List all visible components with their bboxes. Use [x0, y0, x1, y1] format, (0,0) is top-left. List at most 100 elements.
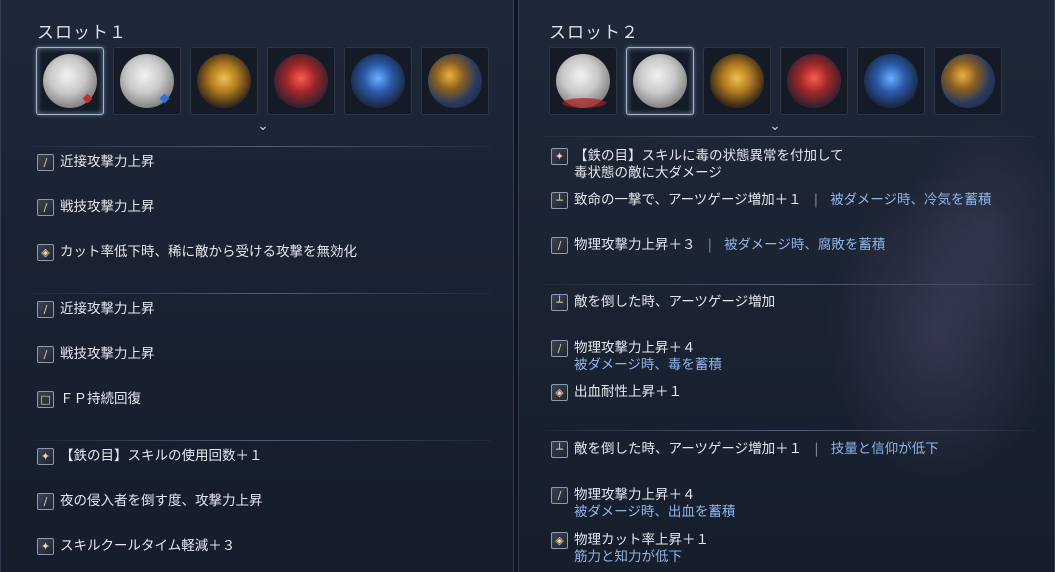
slot1-gem-4[interactable]	[267, 47, 335, 115]
divider	[31, 146, 491, 147]
effect-text: 物理攻撃力上昇＋３	[574, 237, 696, 253]
slot1-gem-1[interactable]	[36, 47, 104, 115]
effect-item[interactable]: ∕ 夜の侵入者を倒す度、攻撃力上昇	[37, 493, 263, 510]
chevron-down-icon[interactable]: ⌄	[255, 118, 271, 134]
blue-relic-icon	[351, 54, 405, 108]
effect-subtext: 被ダメージ時、毒を蓄積	[574, 357, 722, 373]
sword-icon: ∕	[551, 340, 568, 357]
sword-icon: ∕	[37, 493, 54, 510]
arts-icon: ┴	[551, 441, 568, 458]
effect-item[interactable]: ∕ 戦技攻撃力上昇	[37, 199, 155, 216]
effect-subtext: 被ダメージ時、腐敗を蓄積	[724, 237, 886, 253]
effect-item[interactable]: ┴ 敵を倒した時、アーツゲージ増加	[551, 294, 775, 311]
yellow-relic-icon	[710, 54, 764, 108]
sword-icon: ∕	[37, 346, 54, 363]
shield-icon: ◈	[37, 244, 54, 261]
effect-subtext: 被ダメージ時、出血を蓄積	[574, 504, 736, 520]
effect-item[interactable]: ∕ 物理攻撃力上昇＋４ 被ダメージ時、毒を蓄積	[551, 340, 722, 374]
shield-icon: ◈	[551, 384, 568, 401]
effect-item[interactable]: ∕ 近接攻撃力上昇	[37, 301, 155, 318]
slot2-panel: スロット２ ⌄ ✦ 【鉄の目】スキルに毒の状態異常を付加して 毒状態の敵に大ダメ…	[518, 0, 1055, 572]
slot2-gem-2[interactable]	[626, 47, 694, 115]
effect-subtext: 技量と信仰が低下	[830, 441, 939, 457]
red-relic-icon	[274, 54, 328, 108]
effect-text: 物理攻撃力上昇＋４	[574, 487, 696, 503]
divider	[545, 430, 1035, 431]
divider	[31, 293, 491, 294]
yellow-blue-relic-icon	[941, 54, 995, 108]
sword-icon: ∕	[551, 237, 568, 254]
effect-text: 戦技攻撃力上昇	[60, 346, 155, 362]
red-base-icon	[562, 98, 606, 108]
slot1-gem-5[interactable]	[344, 47, 412, 115]
fp-icon: □	[37, 391, 54, 408]
skill-icon: ✦	[551, 148, 568, 165]
slot1-panel: スロット１ ⌄ ∕ 近接攻撃力上昇 ∕ 戦技攻撃力上昇 ◈ カット率低下時、稀に…	[0, 0, 514, 572]
effect-item[interactable]: ∕ 近接攻撃力上昇	[37, 154, 155, 171]
yellow-relic-icon	[197, 54, 251, 108]
effect-text: 敵を倒した時、アーツゲージ増加＋１	[574, 441, 803, 457]
slot2-title: スロット２	[549, 23, 639, 43]
effect-text: ＦＰ持続回復	[60, 391, 141, 407]
effect-item[interactable]: ┴ 敵を倒した時、アーツゲージ増加＋１ | 技量と信仰が低下	[551, 441, 939, 458]
blue-relic-icon	[864, 54, 918, 108]
skill-icon: ✦	[37, 538, 54, 555]
effect-text: 近接攻撃力上昇	[60, 154, 155, 170]
effect-item[interactable]: □ ＦＰ持続回復	[37, 391, 141, 408]
arts-icon: ┴	[551, 294, 568, 311]
effect-item[interactable]: ∕ 物理攻撃力上昇＋３ | 被ダメージ時、腐敗を蓄積	[551, 237, 885, 254]
red-relic-icon	[787, 54, 841, 108]
slot2-gem-3[interactable]	[703, 47, 771, 115]
skill-icon: ✦	[37, 448, 54, 465]
effect-text: 致命の一撃で、アーツゲージ増加＋１	[574, 192, 802, 208]
slot2-gem-row	[549, 47, 1002, 115]
slot2-gem-6[interactable]	[934, 47, 1002, 115]
effect-text: 物理攻撃力上昇＋４	[574, 340, 696, 356]
effect-text-wrap: 【鉄の目】スキルに毒の状態異常を付加して 毒状態の敵に大ダメージ	[574, 148, 844, 182]
slot1-gem-row	[36, 47, 489, 115]
slot2-gem-5[interactable]	[857, 47, 925, 115]
effect-text: カット率低下時、稀に敵から受ける攻撃を無効化	[60, 244, 357, 260]
effect-text: スキルクールタイム軽減＋３	[60, 538, 236, 554]
sword-icon: ∕	[551, 487, 568, 504]
effect-text: 【鉄の目】スキルに毒の状態異常を付加して	[574, 148, 844, 164]
effect-text: 【鉄の目】スキルの使用回数＋１	[60, 448, 263, 464]
arts-icon: ┴	[551, 192, 568, 209]
effect-item[interactable]: ◈ カット率低下時、稀に敵から受ける攻撃を無効化	[37, 244, 357, 261]
effect-item[interactable]: ✦ 【鉄の目】スキルに毒の状態異常を付加して 毒状態の敵に大ダメージ	[551, 148, 844, 182]
slot2-gem-1[interactable]	[549, 47, 617, 115]
separator: |	[814, 441, 819, 457]
slot1-title: スロット１	[37, 23, 127, 43]
effect-item[interactable]: ◈ 物理カット率上昇＋１ 筋力と知力が低下	[551, 532, 709, 566]
effect-item[interactable]: ✦ スキルクールタイム軽減＋３	[37, 538, 235, 555]
effect-text: 出血耐性上昇＋１	[574, 384, 682, 400]
effect-text-wrap: 物理攻撃力上昇＋４ 被ダメージ時、毒を蓄積	[574, 340, 722, 374]
slot1-gem-6[interactable]	[421, 47, 489, 115]
effect-subtext: 被ダメージ時、冷気を蓄積	[830, 192, 992, 208]
divider	[545, 284, 1035, 285]
effect-text-wrap: 物理カット率上昇＋１ 筋力と知力が低下	[574, 532, 709, 566]
effect-text: 物理カット率上昇＋１	[574, 532, 709, 548]
slot2-gem-4[interactable]	[780, 47, 848, 115]
effect-subtext: 筋力と知力が低下	[574, 549, 682, 565]
slot1-gem-3[interactable]	[190, 47, 258, 115]
effect-item[interactable]: ◈ 出血耐性上昇＋１	[551, 384, 682, 401]
sword-icon: ∕	[37, 301, 54, 318]
effect-item[interactable]: ┴ 致命の一撃で、アーツゲージ増加＋１ | 被ダメージ時、冷気を蓄積	[551, 192, 992, 209]
effect-text: 戦技攻撃力上昇	[60, 199, 155, 215]
effect-text-wrap: 物理攻撃力上昇＋４ 被ダメージ時、出血を蓄積	[574, 487, 735, 521]
white-relic-icon	[633, 54, 687, 108]
divider	[31, 440, 491, 441]
effect-item[interactable]: ∕ 戦技攻撃力上昇	[37, 346, 155, 363]
chevron-down-icon[interactable]: ⌄	[767, 118, 783, 134]
effect-item[interactable]: ✦ 【鉄の目】スキルの使用回数＋１	[37, 448, 263, 465]
slot1-gem-2[interactable]	[113, 47, 181, 115]
sword-icon: ∕	[37, 154, 54, 171]
effect-item[interactable]: ∕ 物理攻撃力上昇＋４ 被ダメージ時、出血を蓄積	[551, 487, 735, 521]
shield-icon: ◈	[551, 532, 568, 549]
effect-text-line2: 毒状態の敵に大ダメージ	[574, 165, 722, 181]
divider	[545, 136, 1035, 137]
separator: |	[707, 237, 713, 253]
effect-text: 夜の侵入者を倒す度、攻撃力上昇	[60, 493, 263, 509]
separator: |	[813, 192, 819, 208]
